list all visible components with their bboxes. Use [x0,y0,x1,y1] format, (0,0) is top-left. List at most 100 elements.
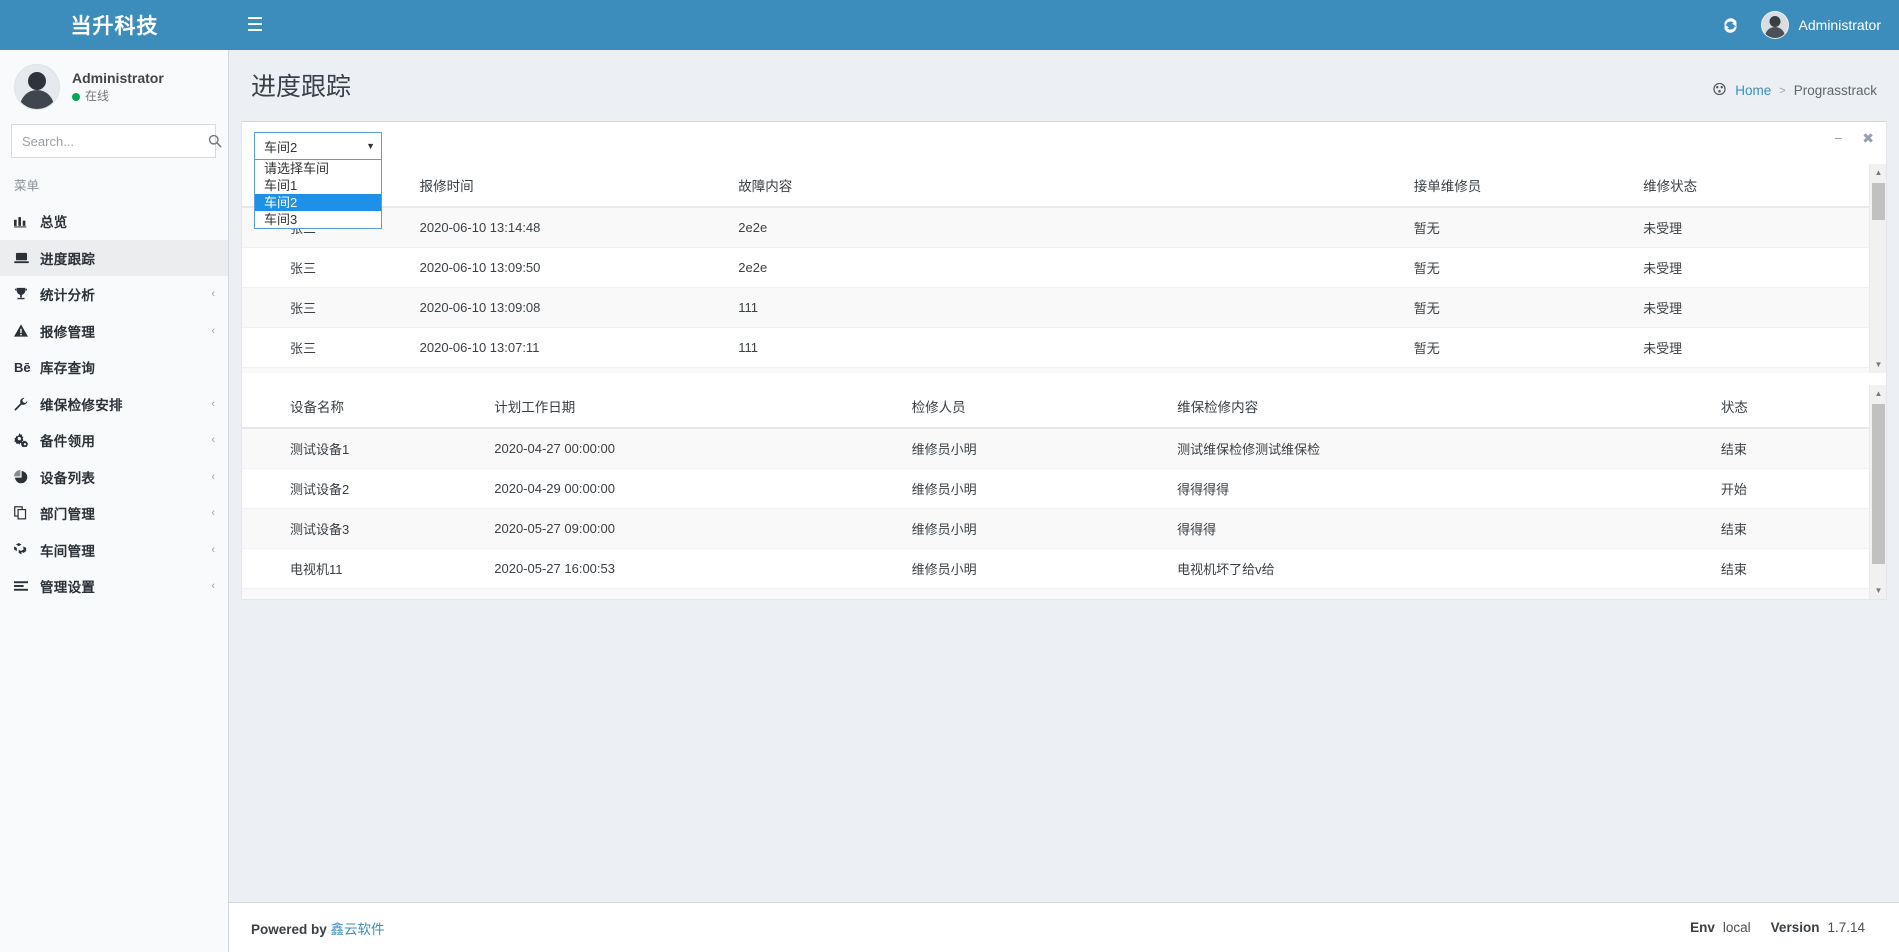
cell-maintenance-content: 电视机坏了给v给 [1165,549,1709,589]
sidebar-user-info: Administrator 在线 [72,68,164,106]
search-icon[interactable] [208,125,222,157]
scrollbar-thumb[interactable] [1872,404,1885,564]
footer: Powered by 鑫云软件 Env local Version 1.7.14 [229,902,1899,952]
sidebar-item-statistics[interactable]: 统计分析 ‹ [0,276,228,313]
table-row[interactable]: 电视机11 2020-05-27 16:00:53 维修员小明 电视机坏了给v给… [242,549,1886,589]
column-header-assigned-technician: 接单维修员 [1402,164,1631,207]
sidebar-item-progress-track[interactable]: 进度跟踪 [0,240,228,277]
app-logo[interactable]: 当升科技 [0,0,229,50]
cell-repair-status: 未受理 [1631,368,1886,374]
cell-report-time: 2020-06-10 13:14:48 [408,207,727,248]
scrollbar-thumb[interactable] [1872,183,1885,220]
cell-planned-date: 2020-05-31 00:00:00 [482,589,899,600]
repair-table-scrollbar[interactable]: ▲ ▼ [1869,164,1886,373]
table-row[interactable]: 测试设备1 2020-04-27 00:00:00 维修员小明 测试维保检修测试… [242,428,1886,469]
column-header-planned-date: 计划工作日期 [482,385,899,428]
column-header-report-time: 报修时间 [408,164,727,207]
sidebar-user-panel[interactable]: Administrator 在线 [0,50,228,124]
scroll-down-icon[interactable]: ▼ [1870,356,1886,373]
breadcrumb-current: Prograsstrack [1794,83,1877,98]
cell-reporter: 张三 [242,248,408,288]
workshop-select[interactable]: 车间2 ▼ 请选择车间 车间1 车间2 车间3 [254,132,382,229]
sidebar-search-wrap [0,124,228,158]
trophy-icon [14,287,40,301]
cell-repair-status: 未受理 [1631,207,1886,248]
cell-fault-content: 111 [726,328,1401,368]
close-icon[interactable]: ✖ [1862,131,1874,145]
cell-fault-content: 111 [726,368,1401,374]
repair-table: 报修人 报修时间 故障内容 接单维修员 维修状态 张三 2020-06-10 1… [242,164,1886,373]
sidebar-avatar [14,64,60,110]
sidebar-user-name: Administrator [72,68,164,88]
list-icon [14,580,40,592]
cell-maintenance-content: 得得得得 [1165,469,1709,509]
panel-header [242,122,1886,164]
online-dot-icon [72,93,80,101]
avatar-body [20,90,54,109]
cell-equipment-name: 电视机11 [242,549,482,589]
scroll-down-icon[interactable]: ▼ [1870,582,1886,599]
sidebar-item-maintenance-schedule[interactable]: 维保检修安排 ‹ [0,386,228,423]
sidebar-item-label: 管理设置 [40,576,211,596]
workshop-option[interactable]: 车间1 [255,177,381,194]
sidebar-item-repair-management[interactable]: 报修管理 ‹ [0,313,228,350]
wrench-icon [14,397,40,411]
sidebar-item-label: 报修管理 [40,321,211,341]
sidebar-item-spare-parts[interactable]: 备件领用 ‹ [0,422,228,459]
cell-assigned-technician: 暂无 [1402,207,1631,248]
column-header-maintenance-content: 维保检修内容 [1165,385,1709,428]
hamburger-menu-icon[interactable]: ☰ [229,0,281,50]
breadcrumb-separator: > [1779,85,1785,97]
cell-equipment-name: 测试设备2 [242,469,482,509]
footer-vendor-link[interactable]: 鑫云软件 [331,922,385,937]
sidebar-item-label: 进度跟踪 [40,248,215,268]
sidebar-item-overview[interactable]: 总览 [0,203,228,240]
scroll-up-icon[interactable]: ▲ [1870,385,1886,402]
maintenance-table-body: 测试设备1 2020-04-27 00:00:00 维修员小明 测试维保检修测试… [242,428,1886,599]
search-box[interactable] [11,124,216,158]
app-logo-text: 当升科技 [71,10,159,40]
main-panel: − ✖ 车间2 ▼ 请选择车间 车间1 车间2 车间3 报修人 [241,121,1887,600]
sidebar-menu-header: 菜单 [0,158,228,203]
warning-triangle-icon [14,324,40,337]
workshop-option[interactable]: 请选择车间 [255,160,381,177]
footer-right: Env local Version 1.7.14 [1690,920,1877,935]
breadcrumb-home[interactable]: Home [1735,83,1771,98]
column-header-inspector: 检修人员 [900,385,1166,428]
workshop-option[interactable]: 车间3 [255,211,381,228]
workshop-select-options[interactable]: 请选择车间 车间1 车间2 车间3 [254,160,382,229]
footer-version-value: 1.7.14 [1827,920,1865,935]
sidebar-item-inventory-query[interactable]: Bē 库存查询 [0,349,228,386]
cell-planned-date: 2020-04-27 00:00:00 [482,428,899,469]
cell-planned-date: 2020-04-29 00:00:00 [482,469,899,509]
table-row[interactable]: 张三 2020-06-10 13:09:08 111 暂无 未受理 [242,288,1886,328]
table-row[interactable]: 测试设备3 2020-05-27 09:00:00 维修员小明 得得得 结束 [242,509,1886,549]
cell-report-time: 2020-06-10 13:07:11 [408,328,727,368]
sidebar-item-equipment-list[interactable]: 设备列表 ‹ [0,459,228,496]
table-row[interactable]: 张三 2020-06-10 13:07:11 111 暂无 未受理 [242,328,1886,368]
workshop-option-selected[interactable]: 车间2 [255,194,381,211]
cell-status: 结束 [1709,428,1886,469]
refresh-icon[interactable] [1709,0,1753,50]
cell-inspector: 维修员小明 [900,549,1166,589]
cell-reporter: 张三 [242,368,408,374]
table-row[interactable]: 苹果手机 2020-05-31 00:00:00 维修员小明 测试 结束 [242,589,1886,600]
maintenance-table-scrollbar[interactable]: ▲ ▼ [1869,385,1886,599]
pie-chart-icon [14,470,40,484]
table-row[interactable]: 张三 2020-06-10 13:09:50 2e2e 暂无 未受理 [242,248,1886,288]
workshop-select-field[interactable]: 车间2 ▼ [254,132,382,160]
cell-reporter: 张三 [242,328,408,368]
search-input[interactable] [12,125,208,157]
table-row[interactable]: 测试设备2 2020-04-29 00:00:00 维修员小明 得得得得 开始 [242,469,1886,509]
table-row[interactable]: 张三 2020-06-10 13:01:30 111 暂无 未受理 [242,368,1886,374]
minimize-icon[interactable]: − [1834,131,1842,145]
user-menu[interactable]: Administrator [1753,0,1899,50]
scroll-up-icon[interactable]: ▲ [1870,164,1886,181]
sidebar-item-admin-settings[interactable]: 管理设置 ‹ [0,568,228,605]
repair-table-scroll-container: 报修人 报修时间 故障内容 接单维修员 维修状态 张三 2020-06-10 1… [242,164,1886,373]
table-row[interactable]: 张三 2020-06-10 13:14:48 2e2e 暂无 未受理 [242,207,1886,248]
sidebar-item-department-management[interactable]: 部门管理 ‹ [0,495,228,532]
avatar [1761,11,1789,39]
cell-report-time: 2020-06-10 13:09:50 [408,248,727,288]
sidebar-item-workshop-management[interactable]: 车间管理 ‹ [0,532,228,569]
